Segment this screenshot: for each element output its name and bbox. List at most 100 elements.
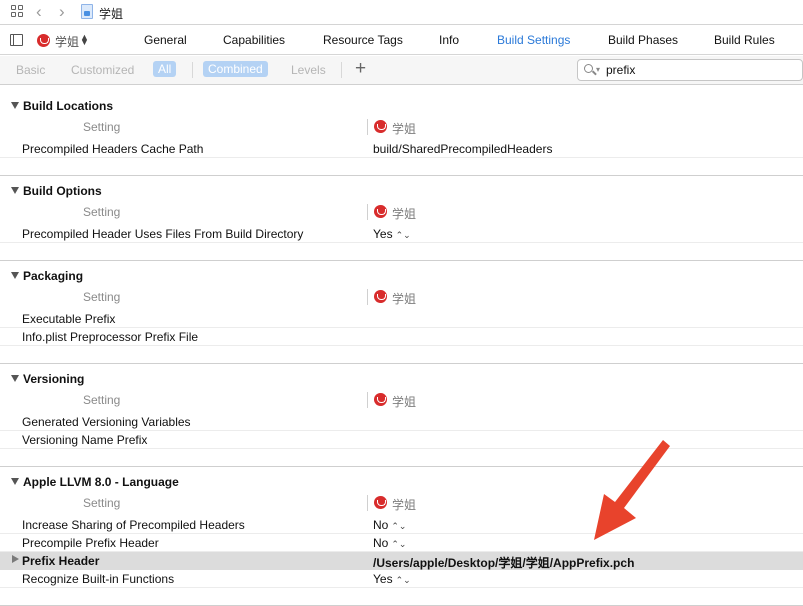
target-app-icon <box>37 34 50 47</box>
sidebar-toggle-icon[interactable] <box>10 34 23 46</box>
setting-column-label: Setting <box>83 290 121 304</box>
section-title: Versioning <box>23 372 85 386</box>
filter-levels-button[interactable]: Levels <box>291 63 326 77</box>
popup-stepper-icon[interactable]: ⌃⌄ <box>396 575 411 585</box>
setting-row[interactable]: Generated Versioning Variables <box>0 413 803 431</box>
setting-column-label: Setting <box>83 205 121 219</box>
setting-name: Info.plist Preprocessor Prefix File <box>22 330 199 344</box>
setting-row[interactable]: Precompiled Headers Cache Path build/Shar… <box>0 140 803 158</box>
search-icon[interactable] <box>584 64 593 73</box>
setting-name: Generated Versioning Variables <box>22 415 191 429</box>
setting-value-text: No <box>373 518 389 532</box>
section-header[interactable]: Apple LLVM 8.0 - Language <box>0 473 803 491</box>
filter-bar: Basic Customized All Combined Levels + ▾ <box>0 56 803 85</box>
target-app-icon <box>374 205 387 218</box>
column-header: Setting 学姐 <box>0 391 803 409</box>
tab-build-settings[interactable]: Build Settings <box>497 33 570 47</box>
tab-general[interactable]: General <box>144 33 187 47</box>
setting-value-text: No <box>373 536 389 550</box>
column-divider <box>367 119 368 135</box>
setting-column-label: Setting <box>83 496 121 510</box>
setting-value[interactable]: Yes ⌃⌄ <box>373 572 411 586</box>
disclosure-triangle-icon[interactable] <box>11 102 19 109</box>
disclosure-triangle-icon[interactable] <box>11 187 19 194</box>
filter-customized-button[interactable]: Customized <box>71 63 134 77</box>
setting-row[interactable]: Precompiled Header Uses Files From Build… <box>0 225 803 243</box>
target-app-icon <box>374 496 387 509</box>
setting-value[interactable]: build/SharedPrecompiledHeaders <box>373 142 552 156</box>
disclosure-triangle-icon[interactable] <box>11 272 19 279</box>
disclosure-triangle-icon[interactable] <box>12 555 19 563</box>
back-chevron-icon[interactable]: ‹ <box>36 2 42 22</box>
setting-row[interactable]: Increase Sharing of Precompiled Headers N… <box>0 516 803 534</box>
popup-stepper-icon[interactable]: ⌃⌄ <box>391 521 406 531</box>
column-divider <box>367 495 368 511</box>
setting-row[interactable]: Recognize Built-in Functions Yes ⌃⌄ <box>0 570 803 588</box>
setting-value-text: build/SharedPrecompiledHeaders <box>373 142 553 156</box>
filter-combined-button[interactable]: Combined <box>203 61 268 77</box>
filter-all-button[interactable]: All <box>153 61 177 77</box>
add-setting-plus-icon[interactable]: + <box>355 58 366 80</box>
setting-value[interactable]: No ⌃⌄ <box>373 518 406 532</box>
setting-row[interactable]: Info.plist Preprocessor Prefix File <box>0 328 803 346</box>
search-options-caret-icon[interactable]: ▾ <box>596 65 600 74</box>
setting-row[interactable]: Executable Prefix <box>0 310 803 328</box>
setting-name: Prefix Header <box>22 554 100 568</box>
jump-bar: ‹ › 学姐 <box>0 0 803 25</box>
setting-name: Executable Prefix <box>22 312 116 326</box>
column-header: Setting 学姐 <box>0 288 803 306</box>
target-app-icon <box>374 120 387 133</box>
section-header[interactable]: Build Locations <box>0 97 803 115</box>
setting-value[interactable]: /Users/apple/Desktop/学姐/学姐/AppPrefix.pch <box>373 554 634 571</box>
tab-build-rules[interactable]: Build Rules <box>714 33 775 47</box>
column-divider <box>367 289 368 305</box>
related-items-grid-icon[interactable] <box>11 5 24 18</box>
filter-divider <box>341 62 342 78</box>
breadcrumb-project[interactable]: 学姐 <box>99 5 123 22</box>
setting-name: Precompiled Header Uses Files From Build… <box>22 227 304 241</box>
setting-column-label: Setting <box>83 120 121 134</box>
target-app-icon <box>374 393 387 406</box>
tab-build-phases[interactable]: Build Phases <box>608 33 678 47</box>
disclosure-triangle-icon[interactable] <box>11 478 19 485</box>
setting-name: Recognize Built-in Functions <box>22 572 175 586</box>
editor-tab-bar: 学姐 ▲ ▼ General Capabilities Resource Tags… <box>0 26 803 55</box>
filter-divider <box>192 62 193 78</box>
build-settings-window: ‹ › 学姐 学姐 ▲ ▼ General Capabilities Resour… <box>0 0 803 606</box>
search-field[interactable]: ▾ <box>577 59 803 81</box>
filter-basic-button[interactable]: Basic <box>16 63 45 77</box>
section-separator <box>0 466 803 467</box>
search-input[interactable] <box>606 63 796 77</box>
section-header[interactable]: Packaging <box>0 267 803 285</box>
target-column-label: 学姐 <box>392 207 417 221</box>
tab-info[interactable]: Info <box>439 33 459 47</box>
section-header[interactable]: Build Options <box>0 182 803 200</box>
setting-column-label: Setting <box>83 393 121 407</box>
popup-stepper-icon[interactable]: ⌃⌄ <box>396 230 411 240</box>
setting-row[interactable]: Precompile Prefix Header No ⌃⌄ <box>0 534 803 552</box>
setting-value-text: Yes <box>373 227 393 241</box>
target-selector[interactable]: 学姐 <box>55 33 79 50</box>
setting-row[interactable]: Versioning Name Prefix <box>0 431 803 449</box>
setting-value[interactable]: Yes ⌃⌄ <box>373 227 411 241</box>
popup-stepper-icon[interactable]: ⌃⌄ <box>391 539 406 549</box>
setting-row[interactable]: Prefix Header/Users/apple/Desktop/学姐/学姐/… <box>0 552 803 570</box>
section-separator <box>0 175 803 176</box>
column-divider <box>367 204 368 220</box>
project-file-icon <box>81 4 93 19</box>
tab-resource-tags[interactable]: Resource Tags <box>323 33 403 47</box>
setting-name: Precompiled Headers Cache Path <box>22 142 204 156</box>
section-title: Apple LLVM 8.0 - Language <box>23 475 179 489</box>
column-header: Setting 学姐 <box>0 118 803 136</box>
setting-name: Precompile Prefix Header <box>22 536 159 550</box>
target-column-label: 学姐 <box>392 292 417 306</box>
disclosure-triangle-icon[interactable] <box>11 375 19 382</box>
section-header[interactable]: Versioning <box>0 370 803 388</box>
target-app-icon <box>374 290 387 303</box>
annotation-arrow-icon <box>594 440 670 540</box>
tab-capabilities[interactable]: Capabilities <box>223 33 285 47</box>
setting-value[interactable]: No ⌃⌄ <box>373 536 406 550</box>
target-stepper-icon[interactable]: ▲ ▼ <box>80 33 89 47</box>
forward-chevron-icon[interactable]: › <box>59 2 65 22</box>
section-title: Packaging <box>23 269 84 283</box>
